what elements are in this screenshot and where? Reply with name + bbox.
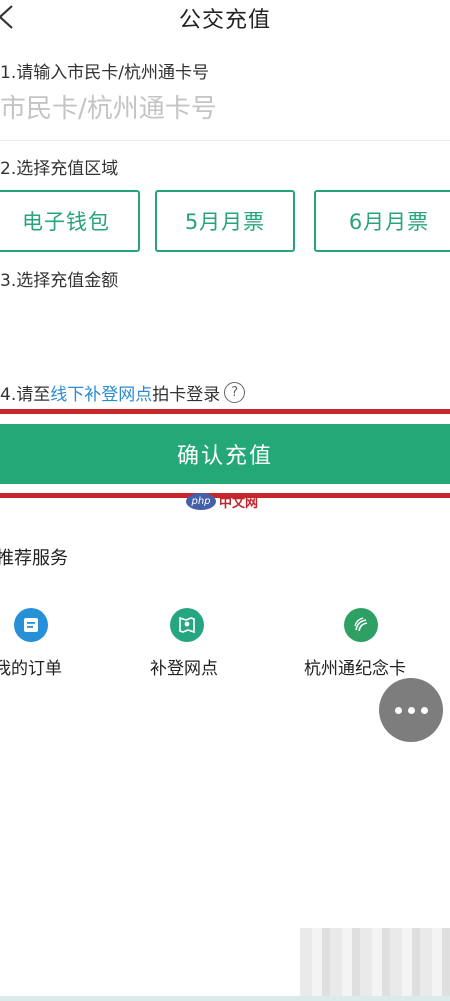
divider xyxy=(0,140,450,141)
confirm-recharge-button[interactable]: 确认充值 xyxy=(0,424,450,484)
watermark-text: 中文网 xyxy=(219,495,259,511)
step1-label: 1.请输入市民卡/杭州通卡号 xyxy=(0,63,209,83)
watermark: php 中文网 xyxy=(186,490,258,512)
blurred-area xyxy=(300,928,450,1001)
card-number-input[interactable] xyxy=(0,88,450,130)
service-commemorative-card[interactable]: 杭州通纪念卡 xyxy=(290,608,430,679)
dot-icon xyxy=(420,706,428,714)
option-may-monthly-pass[interactable]: 5月月票 xyxy=(155,190,295,252)
dot-icon xyxy=(407,706,415,714)
offline-points-link[interactable]: 线下补登网点 xyxy=(50,380,152,405)
step4-label: 4.请至 线下补登网点 拍卡登录 ? xyxy=(0,380,246,405)
service-my-orders[interactable]: 我的订单 xyxy=(0,608,140,679)
service-recharge-points[interactable]: 补登网点 xyxy=(130,608,270,679)
header-bar: 公交充值 xyxy=(0,0,450,42)
bottom-edge xyxy=(0,996,450,1001)
service-label: 补登网点 xyxy=(150,659,218,679)
order-list-icon xyxy=(14,608,48,642)
option-e-wallet[interactable]: 电子钱包 xyxy=(0,190,140,252)
map-pin-icon xyxy=(170,608,204,642)
dot-icon xyxy=(394,706,402,714)
option-june-monthly-pass[interactable]: 6月月票 xyxy=(314,190,450,252)
bus-recharge-page: 公交充值 1.请输入市民卡/杭州通卡号 2.选择充值区域 电子钱包 5月月票 6… xyxy=(0,0,450,1001)
step4-prefix: 4.请至 xyxy=(0,385,51,405)
step4-suffix: 拍卡登录 xyxy=(152,385,221,405)
page-title: 公交充值 xyxy=(178,8,271,33)
service-label: 我的订单 xyxy=(0,659,62,679)
help-icon[interactable]: ? xyxy=(224,382,246,403)
step3-label: 3.选择充值金额 xyxy=(0,271,119,291)
watermark-logo: php xyxy=(186,492,216,510)
more-options-button[interactable] xyxy=(379,678,443,742)
recommended-services-title: 推荐服务 xyxy=(0,548,68,569)
service-label: 杭州通纪念卡 xyxy=(304,659,406,679)
step2-label: 2.选择充值区域 xyxy=(0,159,119,179)
highlight-line-top xyxy=(0,409,450,414)
card-icon xyxy=(344,608,378,642)
